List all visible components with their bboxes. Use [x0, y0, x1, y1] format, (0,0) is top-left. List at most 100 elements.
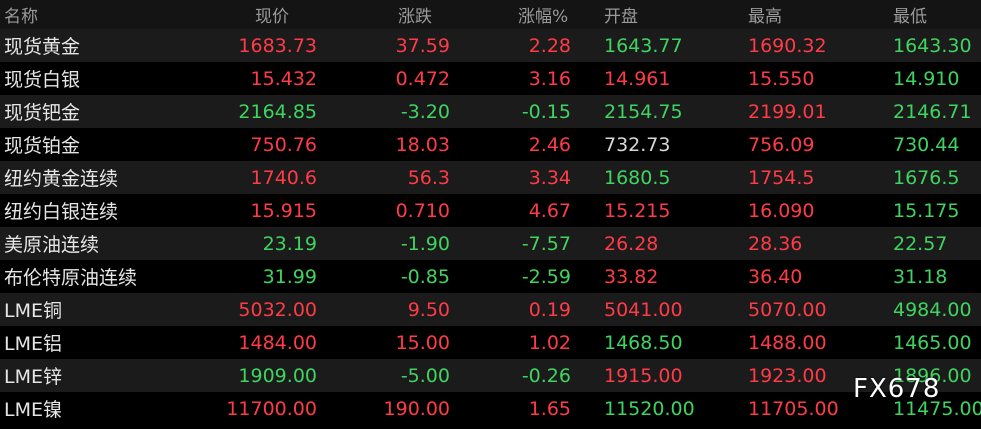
table-row[interactable]: LME铜 5032.00 9.50 0.19 5041.00 5070.00 4984.00 — [0, 293, 981, 326]
instrument-name-cell: 现货钯金 — [4, 102, 81, 124]
instrument-name-cell: 纽约白银连续 — [4, 201, 119, 223]
price-cell: 1683.73 — [238, 34, 317, 57]
header-low[interactable]: 最低 — [893, 0, 927, 29]
instrument-name-cell: LME铝 — [4, 333, 62, 355]
instrument-name-cell: 现货黄金 — [4, 36, 81, 58]
high-cell: 2199.01 — [748, 100, 827, 123]
change-cell: 0.710 — [395, 199, 450, 222]
open-cell: 732.73 — [604, 133, 671, 156]
quote-table: 名称 现价 涨跌 涨幅% 开盘 最高 最低 现货黄金 1683.73 37.59 2.… — [0, 0, 981, 425]
table-row[interactable]: LME镍 11700.00 190.00 1.65 11520.00 11705.00 11… — [0, 392, 981, 425]
instrument-name-cell: 纽约黄金连续 — [4, 168, 119, 190]
instrument-name-cell: LME镍 — [4, 399, 62, 421]
change-pct-cell: 4.67 — [528, 199, 571, 222]
open-cell: 1915.00 — [604, 364, 683, 387]
price-cell: 15.915 — [250, 199, 317, 222]
open-cell: 33.82 — [604, 265, 659, 288]
table-row[interactable]: 现货铂金 750.76 18.03 2.46 732.73 756.09 730.44 — [0, 128, 981, 161]
high-cell: 36.40 — [748, 265, 803, 288]
table-row[interactable]: 现货白银 15.432 0.472 3.16 14.961 15.550 14.910 — [0, 62, 981, 95]
change-cell: 56.3 — [407, 166, 450, 189]
change-pct-cell: 3.34 — [528, 166, 571, 189]
open-cell: 14.961 — [604, 67, 671, 90]
low-cell: 15.175 — [893, 199, 960, 222]
header-open[interactable]: 开盘 — [604, 0, 638, 29]
change-cell: -0.85 — [400, 265, 450, 288]
low-cell: 1676.5 — [893, 166, 960, 189]
high-cell: 1488.00 — [748, 331, 827, 354]
change-cell: 18.03 — [395, 133, 450, 156]
high-cell: 11705.00 — [748, 397, 839, 420]
price-cell: 31.99 — [262, 265, 317, 288]
low-cell: 31.18 — [893, 265, 948, 288]
high-cell: 756.09 — [748, 133, 815, 156]
high-cell: 15.550 — [748, 67, 815, 90]
header-high[interactable]: 最高 — [748, 0, 782, 29]
change-cell: -1.90 — [400, 232, 450, 255]
open-cell: 26.28 — [604, 232, 659, 255]
price-cell: 750.76 — [250, 133, 317, 156]
table-row[interactable]: 布伦特原油连续 31.99 -0.85 -2.59 33.82 36.40 31.18 — [0, 260, 981, 293]
table-header: 名称 现价 涨跌 涨幅% 开盘 最高 最低 — [0, 0, 981, 29]
open-cell: 2154.75 — [604, 100, 683, 123]
change-cell: 9.50 — [407, 298, 450, 321]
instrument-name-cell: 现货铂金 — [4, 135, 81, 157]
open-cell: 11520.00 — [604, 397, 695, 420]
low-cell: 2146.71 — [893, 100, 972, 123]
header-price[interactable]: 现价 — [255, 0, 289, 29]
high-cell: 16.090 — [748, 199, 815, 222]
change-pct-cell: 3.16 — [528, 67, 571, 90]
change-pct-cell: -0.26 — [521, 364, 571, 387]
change-pct-cell: -0.15 — [521, 100, 571, 123]
table-row[interactable]: LME铝 1484.00 15.00 1.02 1468.50 1488.00 1465.0… — [0, 326, 981, 359]
high-cell: 1754.5 — [748, 166, 815, 189]
table-body: 现货黄金 1683.73 37.59 2.28 1643.77 1690.32 1643.3… — [0, 29, 981, 425]
change-cell: 15.00 — [395, 331, 450, 354]
change-pct-cell: -7.57 — [521, 232, 571, 255]
price-cell: 2164.85 — [238, 100, 317, 123]
change-pct-cell: 2.28 — [528, 34, 571, 57]
high-cell: 1923.00 — [748, 364, 827, 387]
table-row[interactable]: 美原油连续 23.19 -1.90 -7.57 26.28 28.36 22.57 — [0, 227, 981, 260]
change-cell: -3.20 — [400, 100, 450, 123]
header-change-pct[interactable]: 涨幅% — [518, 0, 568, 29]
instrument-name-cell: LME铜 — [4, 300, 62, 322]
change-pct-cell: 2.46 — [528, 133, 571, 156]
high-cell: 1690.32 — [748, 34, 827, 57]
change-cell: 0.472 — [395, 67, 450, 90]
low-cell: 4984.00 — [893, 298, 972, 321]
low-cell: 14.910 — [893, 67, 960, 90]
open-cell: 1643.77 — [604, 34, 683, 57]
open-cell: 5041.00 — [604, 298, 683, 321]
price-cell: 1909.00 — [238, 364, 317, 387]
high-cell: 5070.00 — [748, 298, 827, 321]
low-cell: 22.57 — [893, 232, 948, 255]
table-row[interactable]: LME锌 1909.00 -5.00 -0.26 1915.00 1923.00 1896.… — [0, 359, 981, 392]
table-row[interactable]: 现货钯金 2164.85 -3.20 -0.15 2154.75 2199.01 2146.… — [0, 95, 981, 128]
change-cell: 190.00 — [383, 397, 450, 420]
low-cell: 1643.30 — [893, 34, 972, 57]
table-row[interactable]: 纽约白银连续 15.915 0.710 4.67 15.215 16.090 15.175 — [0, 194, 981, 227]
price-cell: 23.19 — [262, 232, 317, 255]
instrument-name-cell: LME锌 — [4, 366, 62, 388]
price-cell: 11700.00 — [226, 397, 317, 420]
open-cell: 1680.5 — [604, 166, 671, 189]
table-row[interactable]: 纽约黄金连续 1740.6 56.3 3.34 1680.5 1754.5 1676.5 — [0, 161, 981, 194]
instrument-name-cell: 布伦特原油连续 — [4, 267, 138, 289]
change-pct-cell: 1.65 — [528, 397, 571, 420]
header-name[interactable]: 名称 — [4, 0, 38, 29]
header-change[interactable]: 涨跌 — [398, 0, 432, 29]
instrument-name-cell: 美原油连续 — [4, 234, 100, 256]
change-pct-cell: 1.02 — [528, 331, 571, 354]
change-pct-cell: 0.19 — [528, 298, 571, 321]
price-cell: 1740.6 — [250, 166, 317, 189]
price-cell: 15.432 — [250, 67, 317, 90]
high-cell: 28.36 — [748, 232, 803, 255]
instrument-name-cell: 现货白银 — [4, 69, 81, 91]
price-cell: 1484.00 — [238, 331, 317, 354]
watermark-logo: FX678 — [853, 374, 941, 404]
change-pct-cell: -2.59 — [521, 265, 571, 288]
price-cell: 5032.00 — [238, 298, 317, 321]
open-cell: 15.215 — [604, 199, 671, 222]
table-row[interactable]: 现货黄金 1683.73 37.59 2.28 1643.77 1690.32 1643.3… — [0, 29, 981, 62]
